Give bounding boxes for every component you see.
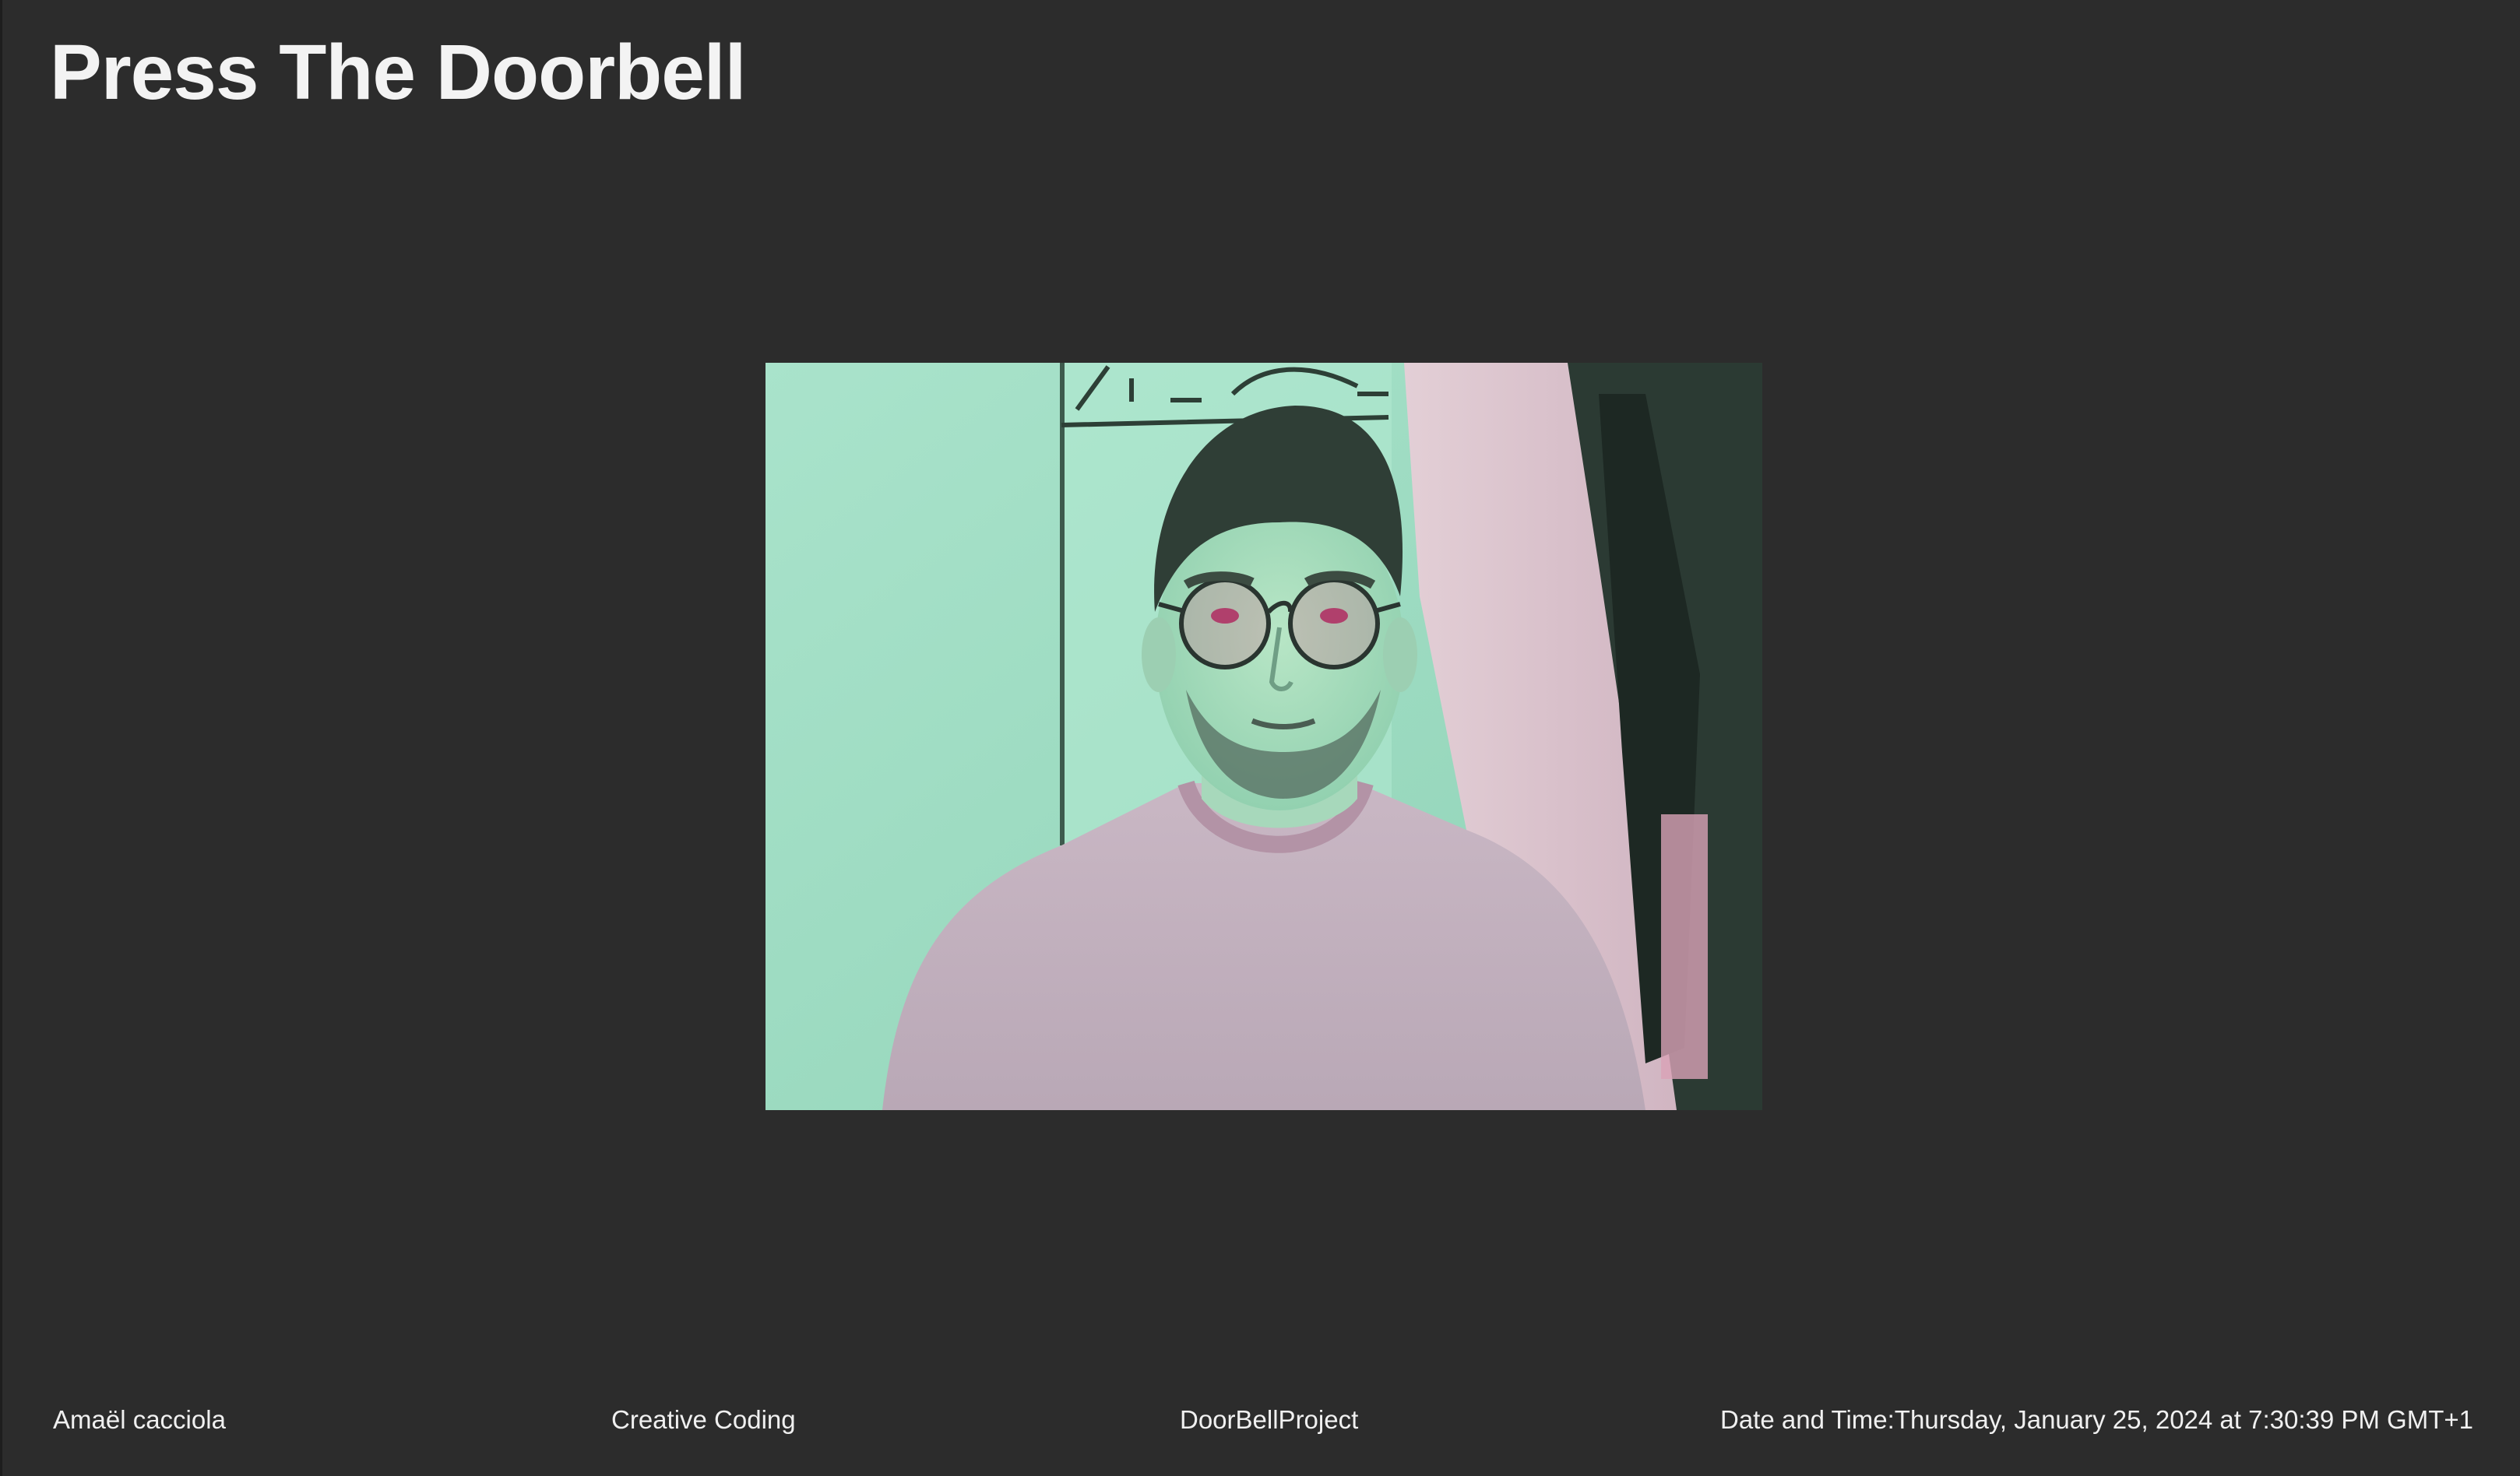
footer-author: Amaël cacciola: [53, 1405, 226, 1434]
window-edge: [0, 0, 2, 1476]
footer-course: Creative Coding: [611, 1405, 796, 1434]
footer-datetime: Date and Time:Thursday, January 25, 2024…: [1720, 1405, 2473, 1435]
webcam-frame: [766, 363, 1762, 1110]
footer-project: DoorBellProject: [1180, 1405, 1359, 1434]
datetime-label: Date and Time:: [1720, 1405, 1895, 1434]
datetime-value: Thursday, January 25, 2024 at 7:30:39 PM…: [1894, 1405, 2473, 1434]
footer-bar: Amaël cacciola Creative Coding DoorBellP…: [0, 1405, 2520, 1439]
page-title: Press The Doorbell: [50, 29, 746, 116]
webcam-video-feed: [766, 363, 1762, 1110]
